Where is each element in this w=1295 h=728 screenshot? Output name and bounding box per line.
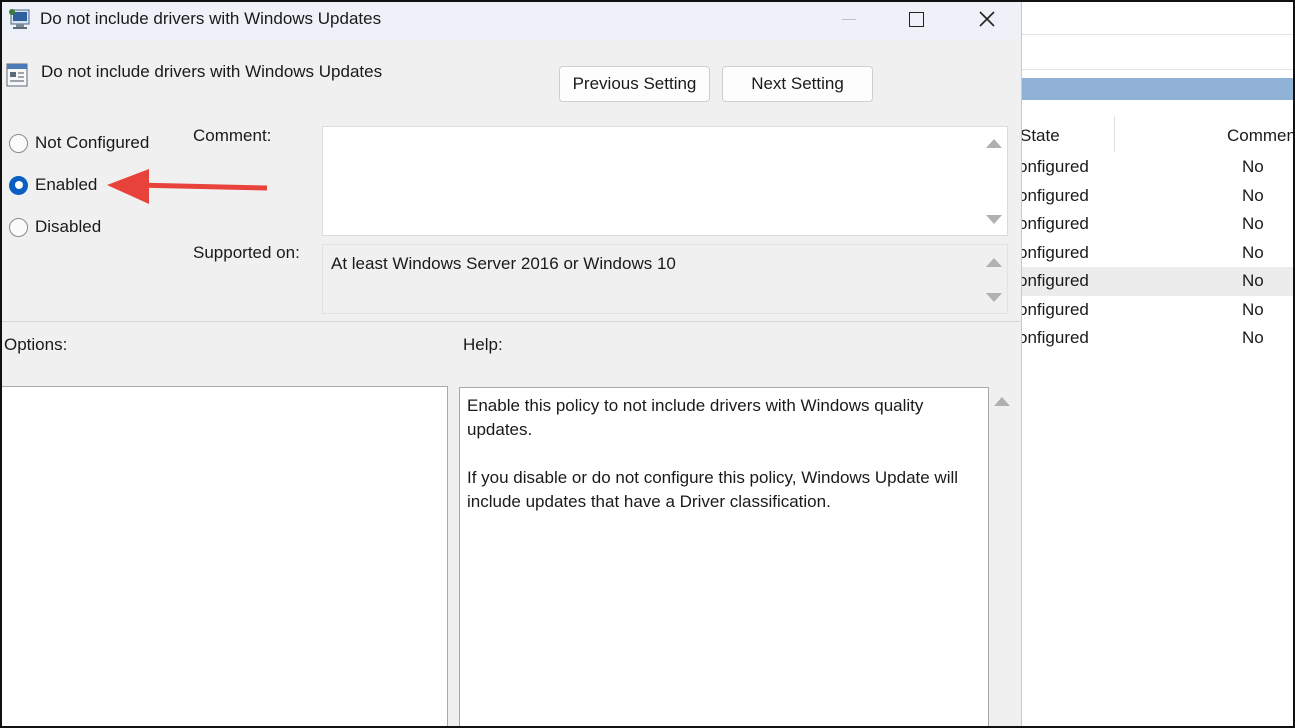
supported-scrollbar[interactable]: [981, 245, 1007, 313]
background-policy-list-window: State Commen onfigured No onfigured No onfig…: [1018, 0, 1295, 728]
supported-on-label: Supported on:: [193, 243, 300, 262]
radio-enabled-label: Enabled: [35, 175, 98, 194]
help-pane[interactable]: Enable this policy to not include driver…: [459, 387, 989, 728]
radio-not-configured-label: Not Configured: [35, 133, 150, 152]
scroll-down-arrow-icon[interactable]: [986, 215, 1002, 224]
table-row[interactable]: onfigured No: [1018, 324, 1295, 353]
background-list-rows: onfigured No onfigured No onfigured No onfigur…: [1018, 153, 1295, 353]
background-column-header: State Commen: [1020, 116, 1295, 156]
comment-textarea[interactable]: [322, 126, 1008, 236]
row-state: onfigured: [1018, 328, 1089, 347]
table-row[interactable]: onfigured No: [1018, 182, 1295, 211]
comment-scrollbar[interactable]: [981, 127, 1007, 235]
row-comment: No: [1242, 242, 1264, 262]
column-header-state[interactable]: State: [1020, 126, 1060, 146]
row-comment: No: [1242, 271, 1264, 290]
scroll-down-arrow-icon[interactable]: [986, 293, 1002, 302]
table-row[interactable]: onfigured No: [1018, 267, 1295, 296]
options-pane[interactable]: [0, 386, 448, 728]
title-bar[interactable]: Do not include drivers with Windows Upda…: [0, 0, 1021, 40]
row-comment: No: [1242, 214, 1264, 233]
row-state: onfigured: [1018, 214, 1089, 233]
help-paragraph: Enable this policy to not include driver…: [467, 396, 924, 439]
supported-on-value: At least Windows Server 2016 or Windows …: [331, 254, 676, 273]
help-label: Help:: [463, 335, 503, 354]
background-header-bar: [1022, 78, 1295, 100]
section-divider: [0, 321, 1022, 322]
table-row[interactable]: onfigured No: [1018, 296, 1295, 325]
row-comment: No: [1242, 157, 1264, 176]
radio-disabled-label: Disabled: [35, 217, 102, 236]
row-comment: No: [1242, 185, 1264, 205]
background-toolbar: [1022, 0, 1295, 34]
scroll-up-arrow-icon[interactable]: [986, 139, 1002, 148]
policy-setting-icon: [6, 63, 28, 87]
window-title: Do not include drivers with Windows Upda…: [40, 9, 382, 28]
row-state: onfigured: [1018, 271, 1089, 290]
next-setting-button[interactable]: Next Setting: [722, 66, 873, 102]
policy-name: Do not include drivers with Windows Upda…: [41, 62, 383, 81]
scroll-up-arrow-icon[interactable]: [986, 258, 1002, 267]
table-row[interactable]: onfigured No: [1018, 239, 1295, 268]
close-icon: [979, 11, 995, 27]
help-paragraph: If you disable or do not configure this …: [467, 468, 959, 511]
policy-setting-dialog: Do not include drivers with Windows Upda…: [0, 0, 1022, 728]
table-row[interactable]: onfigured No: [1018, 210, 1295, 239]
red-arrow-annotation: [107, 169, 268, 204]
minimize-button[interactable]: [814, 0, 884, 38]
background-address-bar: [1022, 34, 1295, 70]
table-row[interactable]: onfigured No: [1018, 153, 1295, 182]
group-policy-icon: [9, 9, 30, 29]
row-state: onfigured: [1018, 242, 1089, 262]
radio-enabled-circle[interactable]: [9, 175, 28, 195]
previous-setting-button[interactable]: Previous Setting: [559, 66, 710, 102]
radio-disabled-circle[interactable]: [9, 217, 28, 237]
comment-label: Comment:: [193, 126, 272, 145]
maximize-button[interactable]: [881, 0, 951, 38]
column-separator[interactable]: [1114, 116, 1115, 152]
row-state: onfigured: [1018, 185, 1089, 205]
options-label: Options:: [4, 335, 68, 354]
row-state: onfigured: [1018, 157, 1089, 176]
column-header-comment[interactable]: Commen: [1227, 126, 1295, 146]
row-state: onfigured: [1018, 299, 1089, 319]
close-button[interactable]: [952, 0, 1022, 38]
row-comment: No: [1242, 299, 1264, 319]
radio-enabled[interactable]: Enabled: [9, 175, 97, 195]
supported-on-box[interactable]: At least Windows Server 2016 or Windows …: [322, 244, 1008, 314]
radio-not-configured[interactable]: Not Configured: [9, 133, 149, 153]
row-comment: No: [1242, 328, 1264, 347]
help-scroll-up-arrow-icon[interactable]: [994, 397, 1010, 406]
radio-disabled[interactable]: Disabled: [9, 217, 101, 237]
help-text: Enable this policy to not include driver…: [467, 394, 977, 538]
radio-not-configured-circle[interactable]: [9, 133, 28, 153]
